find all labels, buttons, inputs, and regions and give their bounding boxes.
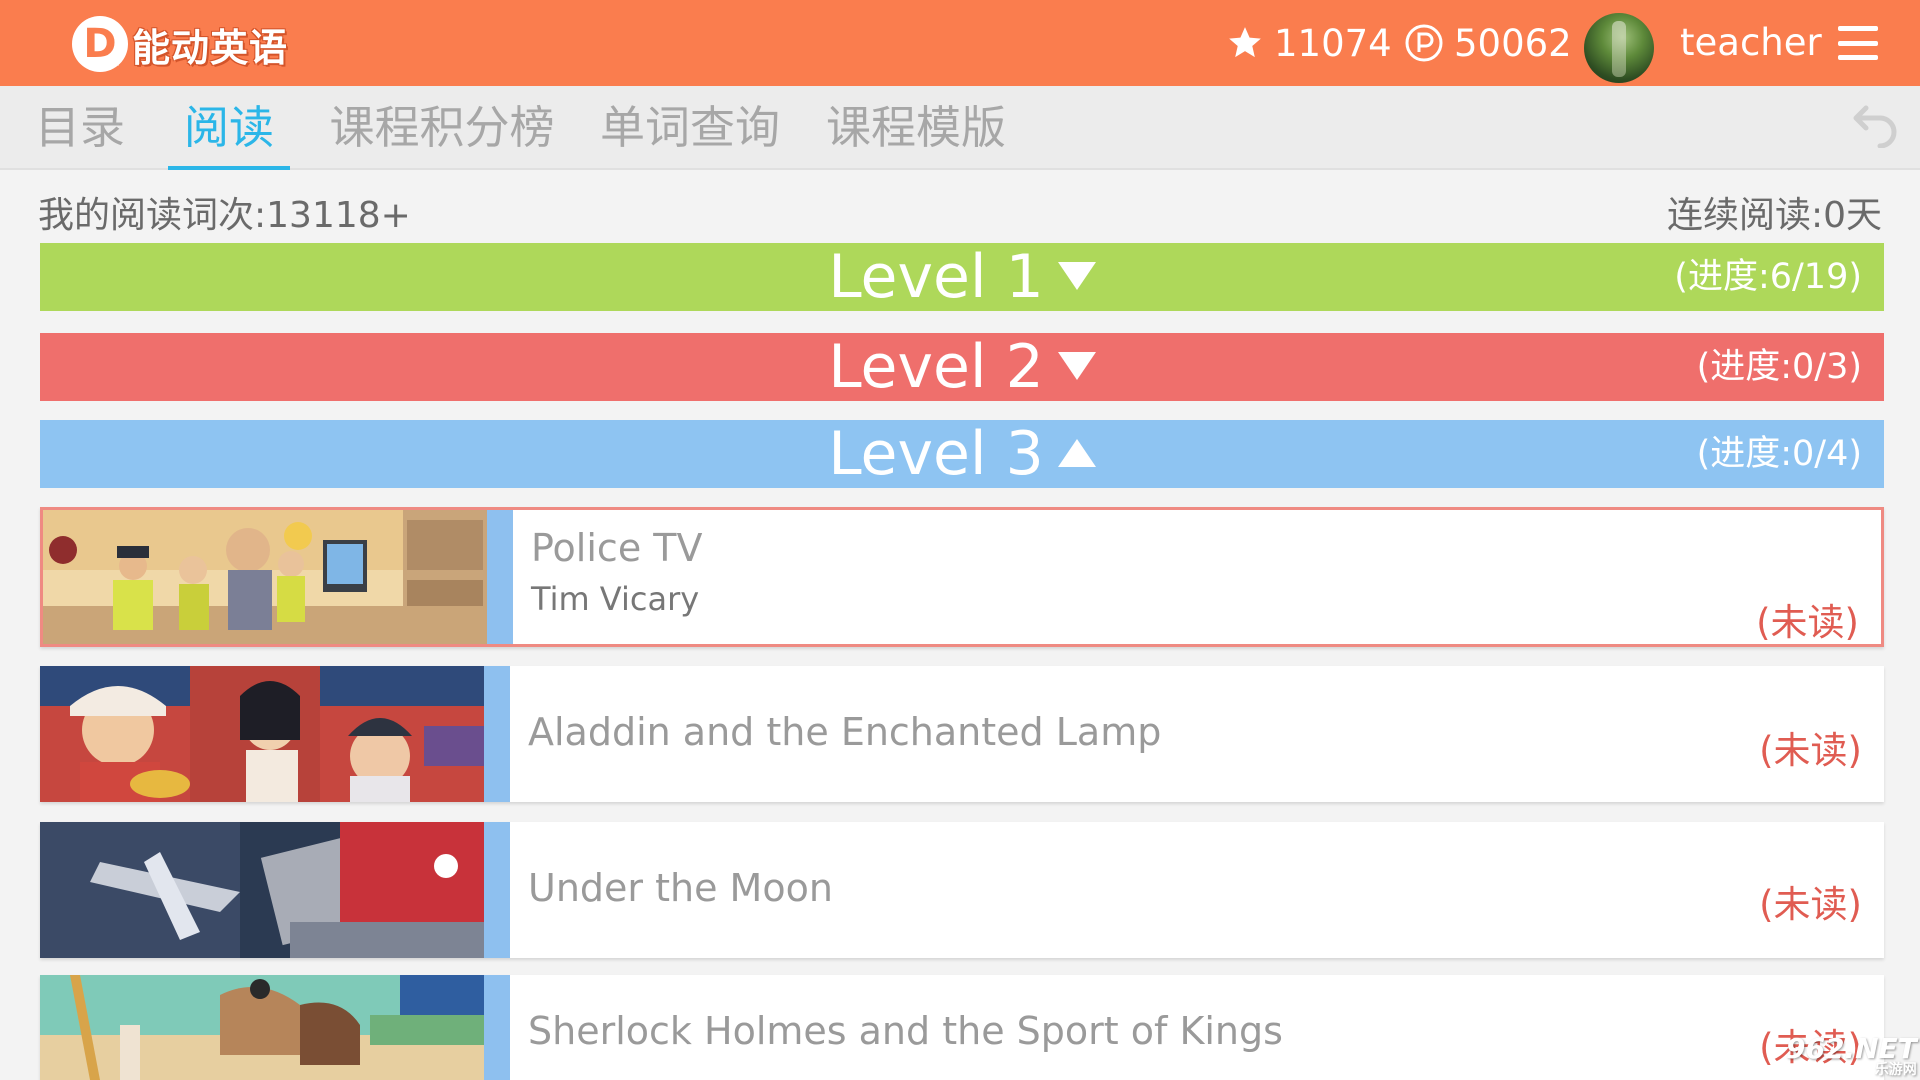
level-progress: (进度:0/3) — [1696, 347, 1862, 387]
logo-letter: D — [83, 21, 117, 67]
logo-text: 能动英语 — [132, 25, 289, 70]
book-card-under-the-moon[interactable]: Under the Moon (未读) — [40, 822, 1884, 958]
read-status: (未读) — [1756, 601, 1859, 644]
tab-course-leaderboard[interactable]: 课程积分榜 — [324, 86, 560, 170]
book-card-aladdin[interactable]: Aladdin and the Enchanted Lamp (未读) — [40, 666, 1884, 802]
avatar[interactable] — [1584, 13, 1654, 83]
book-card-sherlock-holmes[interactable]: Sherlock Holmes and the Sport of Kings (… — [40, 975, 1884, 1080]
level-label: Level 3 — [828, 419, 1044, 489]
level-title: Level 2 — [40, 333, 1884, 401]
level-2-header[interactable]: Level 2 (进度:0/3) — [40, 333, 1884, 401]
level-title: Level 3 — [40, 420, 1884, 488]
tab-bar: 目录 阅读 课程积分榜 单词查询 课程模版 — [0, 86, 1920, 170]
book-spine — [484, 822, 510, 958]
points-coin-icon — [1405, 24, 1443, 62]
expand-arrow-icon — [1057, 352, 1096, 381]
level-1-header[interactable]: Level 1 (进度:6/19) — [40, 243, 1884, 311]
book-title: Aladdin and the Enchanted Lamp — [528, 710, 1162, 754]
level-progress: (进度:6/19) — [1674, 257, 1862, 297]
book-cover-image — [40, 666, 484, 802]
book-title: Under the Moon — [528, 866, 833, 910]
logo-badge: D — [72, 16, 128, 72]
read-status: (未读) — [1759, 729, 1862, 772]
tab-word-lookup[interactable]: 单词查询 — [596, 86, 784, 170]
star-icon — [1229, 27, 1261, 58]
book-cover-image — [40, 975, 484, 1080]
book-title: Sherlock Holmes and the Sport of Kings — [528, 1009, 1283, 1053]
tab-course-template[interactable]: 课程模版 — [822, 86, 1010, 170]
book-cover-image — [40, 822, 484, 958]
level-progress: (进度:0/4) — [1696, 434, 1862, 474]
level-label: Level 2 — [828, 332, 1044, 402]
stars-value: 11074 — [1274, 21, 1392, 65]
book-spine — [484, 975, 510, 1080]
book-title: Police TV — [531, 526, 703, 570]
book-cover-image — [43, 510, 487, 644]
level-label: Level 1 — [828, 242, 1044, 312]
book-author: Tim Vicary — [531, 580, 700, 618]
reading-streak: 连续阅读:0天 — [1666, 195, 1882, 236]
points-counter: 50062 — [1404, 20, 1572, 66]
read-status: (未读) — [1759, 883, 1862, 926]
book-spine — [487, 510, 513, 644]
points-value: 50062 — [1454, 21, 1572, 65]
site-watermark: 962.NET 乐游网 — [1786, 1032, 1917, 1079]
stars-counter: 11074 — [1226, 20, 1392, 66]
tab-catalog[interactable]: 目录 — [32, 86, 128, 170]
back-arrow-icon[interactable] — [1852, 92, 1902, 148]
book-card-police-tv[interactable]: Police TV Tim Vicary (未读) — [40, 507, 1884, 647]
top-bar: D 能动英语 11074 50062 teacher — [0, 0, 1920, 86]
level-title: Level 1 — [40, 243, 1884, 311]
expand-arrow-icon — [1057, 262, 1096, 291]
reading-word-count: 我的阅读词次:13118+ — [38, 195, 411, 236]
hamburger-menu-icon[interactable] — [1838, 26, 1878, 60]
username[interactable]: teacher — [1680, 20, 1822, 66]
tab-reading[interactable]: 阅读 — [168, 86, 290, 170]
book-spine — [484, 666, 510, 802]
app-logo: D 能动英语 — [72, 16, 288, 72]
level-3-header[interactable]: Level 3 (进度:0/4) — [40, 420, 1884, 488]
collapse-arrow-icon — [1057, 439, 1096, 468]
